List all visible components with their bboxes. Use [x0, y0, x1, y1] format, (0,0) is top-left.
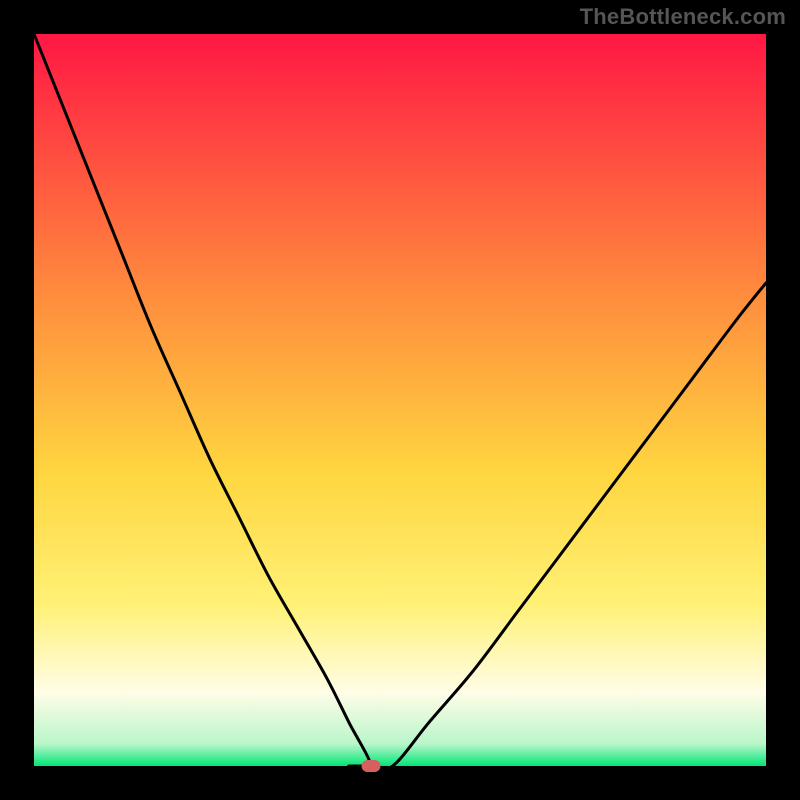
gradient-background	[34, 34, 766, 766]
optimal-marker	[361, 760, 380, 772]
chart-frame: TheBottleneck.com	[0, 0, 800, 800]
plot-svg	[34, 34, 766, 766]
plot-area	[34, 34, 766, 766]
watermark-text: TheBottleneck.com	[580, 4, 786, 30]
